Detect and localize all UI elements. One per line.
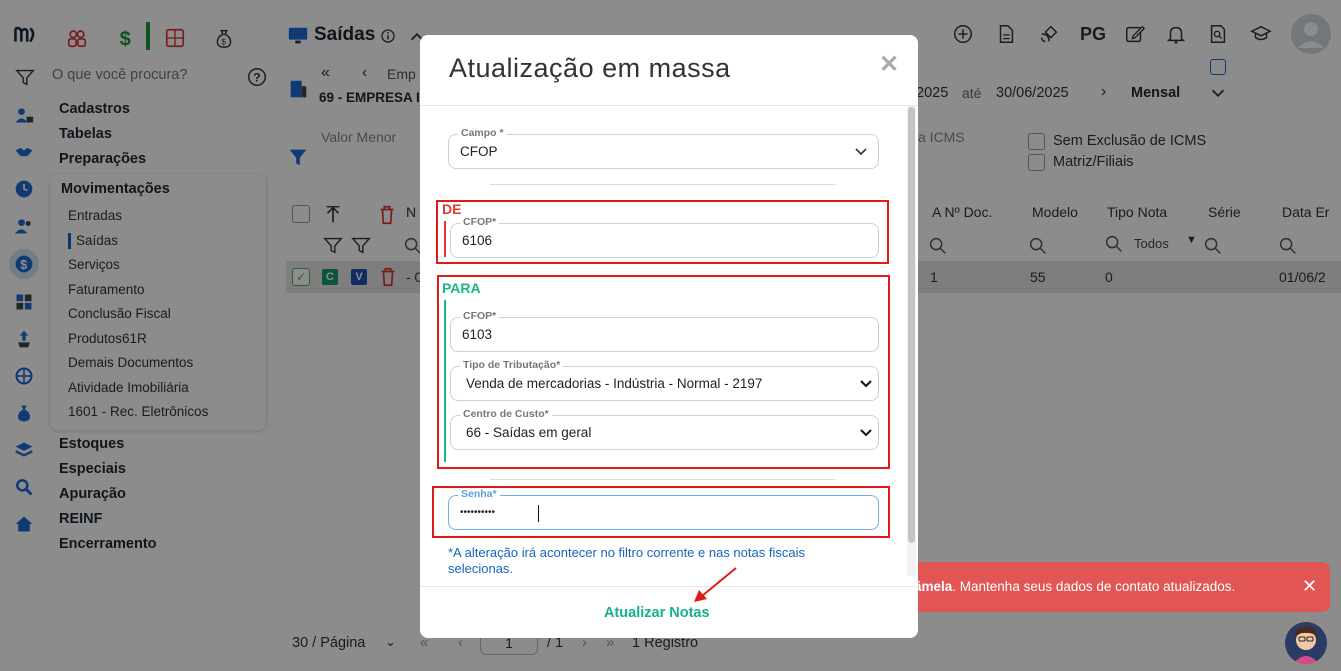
chevron-down-icon [860,429,872,437]
assistant-avatar[interactable] [1285,622,1327,664]
senha-label: Senha* [458,488,500,500]
para-cfop-field[interactable]: CFOP* 6103 [450,310,879,352]
de-accent-bar [444,221,446,257]
divider [490,184,836,185]
close-icon[interactable]: ✕ [1302,576,1317,597]
de-cfop-field[interactable]: CFOP* 6106 [450,216,879,258]
de-cfop-label: CFOP* [460,216,500,228]
mass-update-modal: Atualização em massa ✕ Campo * CFOP DE C… [420,35,918,638]
chevron-down-icon [855,148,867,156]
campo-select[interactable]: Campo * CFOP [448,127,879,169]
tipo-tributacao-label: Tipo de Tributação* [460,359,564,371]
arrow-annotation-icon [694,567,737,602]
para-section-label: PARA [442,280,481,296]
toast-name: âmela [914,579,953,594]
centro-custo-select[interactable]: Centro de Custo* 66 - Saídas em geral [450,408,879,450]
divider [490,479,836,480]
toast-text: . Mantenha seus dados de contato atualiz… [952,579,1236,594]
divider [420,586,918,587]
para-cfop-label: CFOP* [460,310,500,322]
toast-message: âmela. Mantenha seus dados de contato at… [914,579,1235,594]
modal-title: Atualização em massa [449,53,731,83]
centro-custo-value: 66 - Saídas em geral [466,425,592,440]
tipo-tributacao-value: Venda de mercadorias - Indústria - Norma… [466,376,763,391]
campo-label: Campo * [458,127,507,139]
divider [420,105,918,106]
notification-toast: âmela. Mantenha seus dados de contato at… [900,562,1330,612]
campo-value: CFOP [460,144,498,159]
de-cfop-value: 6106 [462,233,493,248]
atualizar-notas-button[interactable]: Atualizar Notas [604,605,710,621]
senha-value: •••••••••• [460,507,496,518]
chevron-down-icon [860,380,872,388]
senha-input[interactable]: Senha* •••••••••• [448,488,879,530]
para-accent-bar [444,300,446,462]
scrollbar-thumb[interactable] [908,107,915,543]
centro-custo-label: Centro de Custo* [460,408,552,420]
para-cfop-value: 6103 [462,327,493,342]
de-section-label: DE [442,201,462,217]
text-cursor [538,505,539,522]
tipo-tributacao-select[interactable]: Tipo de Tributação* Venda de mercadorias… [450,359,879,401]
info-note: *A alteração irá acontecer no filtro cor… [448,545,805,576]
close-icon[interactable]: ✕ [879,50,899,79]
